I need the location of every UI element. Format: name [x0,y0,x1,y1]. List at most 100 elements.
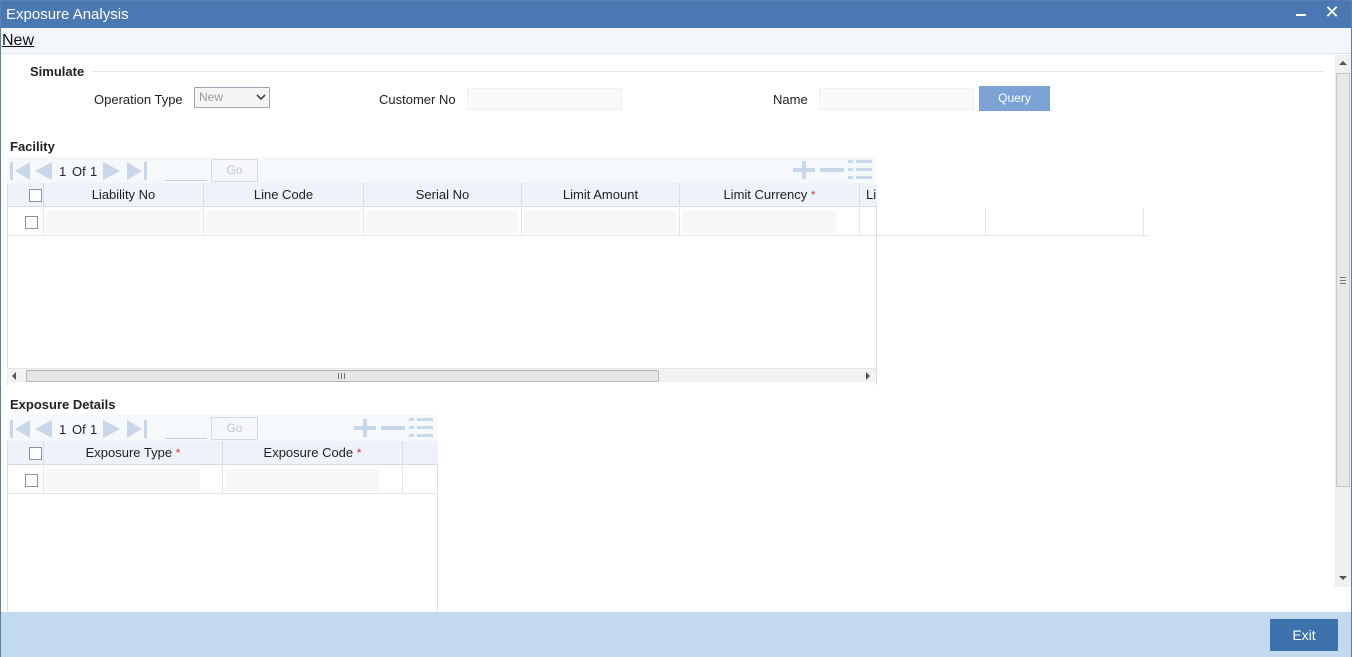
facility-page-input[interactable] [165,161,207,181]
exposure-grid-header: Exposure Type * Exposure Code * [8,441,438,465]
facility-grid-header: Liability No Line Code Serial No Limit A… [8,183,877,207]
exposure-row [8,466,438,494]
facility-col-limit-amount[interactable]: Limit Amount [522,183,680,207]
facility-scroll-thumb[interactable] [26,370,659,382]
exposure-row-spacer [403,466,438,494]
facility-col-line-code[interactable]: Line Code [204,183,364,207]
prev-page-icon[interactable] [33,162,53,180]
facility-row-line-code-cell [204,208,364,236]
scroll-down-icon[interactable] [1339,575,1347,581]
facility-row-limit-amount-cell [522,208,680,236]
exposure-row-check-cell [8,466,44,494]
main-content: Simulate Operation Type New Customer No … [1,55,1335,611]
query-button[interactable]: Query [979,86,1050,111]
next-page-icon[interactable] [102,162,122,180]
name-input[interactable] [819,88,974,110]
limit-amount-input[interactable] [524,211,676,233]
close-icon[interactable]: ✕ [1321,1,1343,27]
facility-col-limit-currency[interactable]: Limit Currency * [680,183,860,207]
facility-row-serial-no-cell [364,208,522,236]
facility-col-serial-no[interactable]: Serial No [364,183,522,207]
facility-page-current: 1 [59,164,67,179]
operation-type-select[interactable]: New [194,87,270,108]
vertical-scrollbar[interactable] [1335,55,1351,587]
menu-bar: New [1,28,1351,54]
exposure-type-required-mark: * [175,446,181,460]
serial-no-input[interactable] [366,211,518,233]
grip-icon [338,373,345,379]
facility-col-liability-no[interactable]: Liability No [44,183,204,207]
exposure-type-input[interactable] [46,469,200,491]
facility-col-truncated[interactable]: Li [860,183,877,207]
limit-currency-required-mark: * [810,188,816,202]
exposure-page-input[interactable] [165,419,207,439]
exposure-page-of: Of [72,422,86,437]
title-bar: Exposure Analysis ✕ [1,1,1351,28]
scroll-right-icon[interactable] [865,372,871,380]
scroll-left-icon[interactable] [11,372,17,380]
exposure-select-all-checkbox[interactable] [29,447,42,460]
last-page-icon[interactable] [126,420,148,438]
simulate-separator [91,71,1325,72]
exit-button[interactable]: Exit [1270,619,1338,651]
new-menu-link[interactable]: New [2,32,34,50]
facility-page-total: 1 [90,164,98,179]
exposure-page-total: 1 [90,422,98,437]
facility-horizontal-scrollbar[interactable] [7,368,876,382]
operation-type-label: Operation Type [94,92,183,107]
window-title: Exposure Analysis [6,6,129,23]
add-row-icon[interactable] [791,161,817,179]
scroll-up-icon[interactable] [1339,60,1347,66]
exposure-row-checkbox[interactable] [25,474,38,487]
chevron-down-icon [256,94,266,101]
exposure-toolbar: 1 Of 1 Go [7,415,437,441]
facility-grid: Liability No Line Code Serial No Limit A… [7,183,1148,385]
exposure-type-label: Exposure Type [85,445,173,460]
single-view-icon[interactable] [408,417,434,439]
exposure-go-button[interactable]: Go [211,417,258,440]
delete-row-icon[interactable] [380,419,406,437]
facility-page-of: Of [72,164,86,179]
facility-row-limit-currency-cell [680,208,860,236]
grip-icon [1340,277,1346,284]
exposure-col-type[interactable]: Exposure Type * [44,441,223,465]
facility-row-check-cell [8,208,44,236]
name-label: Name [773,92,808,107]
first-page-icon[interactable] [9,162,31,180]
single-view-icon[interactable] [847,159,873,181]
facility-go-button[interactable]: Go [211,159,258,182]
footer-bar: Exit [1,612,1351,657]
limit-currency-label: Limit Currency [723,187,808,202]
facility-row-checkbox[interactable] [25,216,38,229]
operation-type-value: New [199,90,224,104]
exposure-code-label: Exposure Code [263,445,354,460]
liability-no-input[interactable] [46,211,200,233]
facility-row-extra-cell-2 [986,208,1144,236]
exposure-code-input[interactable] [225,469,379,491]
prev-page-icon[interactable] [33,420,53,438]
exposure-section-title: Exposure Details [10,397,116,412]
facility-toolbar: 1 Of 1 Go [7,157,876,183]
customer-no-input[interactable] [467,88,622,110]
exposure-row-type-cell [44,466,223,494]
exposure-row-code-cell [223,466,403,494]
first-page-icon[interactable] [9,420,31,438]
exposure-analysis-window: Exposure Analysis ✕ New Simulate Operati… [0,0,1352,657]
line-code-input[interactable] [206,211,360,233]
facility-select-all-cell [8,183,44,207]
last-page-icon[interactable] [126,162,148,180]
facility-row-liability-no-cell [44,208,204,236]
next-page-icon[interactable] [102,420,122,438]
exposure-col-code[interactable]: Exposure Code * [223,441,403,465]
facility-select-all-checkbox[interactable] [29,189,42,202]
delete-row-icon[interactable] [819,161,845,179]
exposure-col-spacer [403,441,438,465]
limit-currency-input[interactable] [682,211,836,233]
vertical-scroll-thumb[interactable] [1336,73,1350,487]
add-row-icon[interactable] [352,419,378,437]
facility-section-title: Facility [10,139,55,154]
minimize-icon[interactable] [1289,1,1311,27]
facility-row [8,208,1148,236]
facility-row-extra-cell-1 [860,208,986,236]
customer-no-label: Customer No [379,92,456,107]
